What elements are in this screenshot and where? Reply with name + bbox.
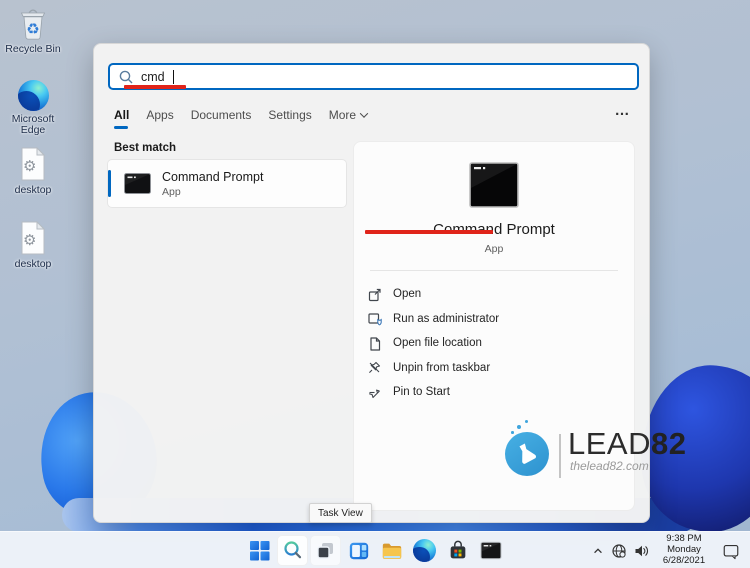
desktop-icon-microsoft-edge[interactable]: Microsoft Edge (2, 75, 64, 136)
brand-website: thelead82.com (570, 459, 649, 473)
tab-documents[interactable]: Documents (191, 108, 252, 122)
desktop-icon-recycle-bin[interactable]: ♻ Recycle Bin (2, 5, 64, 55)
tab-all[interactable]: All (114, 108, 129, 122)
widgets-icon (349, 542, 368, 559)
taskbar-center-icons (244, 535, 506, 566)
desktop-icon-desktop-file-2[interactable]: ⚙ desktop (2, 220, 64, 270)
microsoft-store-icon (450, 540, 465, 558)
watermark-dot (525, 420, 528, 423)
active-tab-indicator (114, 126, 128, 129)
task-view-tooltip: Task View (309, 503, 372, 523)
red-underline-annotation-search (124, 85, 186, 89)
red-underline-annotation-run-as-admin (365, 230, 493, 234)
search-taskbar-button[interactable] (277, 535, 308, 566)
recycle-bin-icon: ♻ (16, 5, 50, 41)
search-icon (119, 70, 133, 83)
chevron-down-icon (359, 109, 369, 118)
microsoft-edge-icon (413, 539, 436, 562)
search-filter-tabs: All Apps Documents Settings More (114, 108, 369, 122)
tray-overflow-button[interactable] (588, 535, 608, 566)
flask-logo-icon (505, 432, 549, 476)
watermark-dot (517, 425, 521, 429)
speaker-icon (635, 545, 648, 556)
command-prompt-large-icon (469, 162, 519, 208)
file-explorer-button[interactable] (376, 535, 407, 566)
svg-text:⚙: ⚙ (23, 232, 36, 249)
desktop-icon-label: Microsoft Edge (11, 113, 55, 136)
config-file-icon: ⚙ (19, 146, 47, 182)
best-match-header: Best match (114, 142, 176, 154)
file-explorer-icon (382, 543, 401, 559)
network-globe-icon (612, 543, 626, 558)
chevron-up-icon (594, 547, 602, 553)
action-run-as-administrator[interactable]: Run as administrator (367, 307, 634, 332)
taskbar: 9:38 PM Monday 6/28/2021 (0, 531, 750, 568)
open-file-location-icon (370, 337, 381, 351)
run-as-administrator-icon (368, 313, 382, 326)
action-pin-to-start[interactable]: Pin to Start (367, 380, 634, 405)
desktop-icon-label: Recycle Bin (5, 43, 61, 55)
start-button[interactable] (244, 535, 275, 566)
divider (370, 270, 618, 271)
system-tray: 9:38 PM Monday 6/28/2021 (588, 532, 746, 568)
svg-text:⚙: ⚙ (23, 158, 36, 175)
microsoft-store-button[interactable] (442, 535, 473, 566)
action-list: Open Run as administrator Open file loca… (367, 282, 634, 405)
widgets-button[interactable] (343, 535, 374, 566)
shortcut-arrow-icon (17, 102, 27, 111)
task-view-icon (317, 543, 333, 559)
svg-text:♻: ♻ (26, 21, 39, 38)
brand-name-thin: LEAD (568, 426, 651, 461)
network-button[interactable] (608, 535, 630, 566)
windows-start-icon (250, 541, 270, 561)
open-icon (368, 288, 381, 301)
config-file-icon: ⚙ (19, 220, 47, 256)
desktop-icon-label: desktop (14, 184, 52, 196)
lead82-watermark: LEAD82 thelead82.com (502, 418, 712, 488)
command-prompt-icon (479, 541, 502, 560)
desktop-icon-label: desktop (14, 258, 52, 270)
microsoft-edge-icon (17, 75, 49, 111)
volume-button[interactable] (630, 535, 652, 566)
task-view-button[interactable] (310, 535, 341, 566)
brand-name-bold: 82 (650, 426, 687, 461)
detail-subtitle: App (484, 243, 504, 255)
action-open[interactable]: Open (367, 282, 634, 307)
notification-icon (723, 544, 739, 559)
unpin-icon (369, 362, 381, 374)
tab-more[interactable]: More (329, 108, 369, 122)
edge-taskbar-button[interactable] (409, 535, 440, 566)
more-options-button[interactable]: … (615, 102, 632, 119)
selection-accent-bar (108, 170, 111, 197)
best-match-result-command-prompt[interactable]: Command Prompt App (108, 160, 346, 207)
action-open-file-location[interactable]: Open file location (367, 331, 634, 356)
watermark-text: LEAD82 thelead82.com (568, 427, 686, 473)
pin-icon (369, 389, 380, 398)
best-match-text: Command Prompt App (162, 170, 263, 198)
search-query-text: cmd (141, 69, 165, 84)
tray-date: 6/28/2021 (662, 554, 706, 566)
result-title: Command Prompt (162, 169, 264, 184)
windows-desktop: ♻ Recycle Bin Microsoft Edge ⚙ desktop ⚙… (0, 0, 750, 568)
notification-center-button[interactable] (716, 535, 746, 566)
command-prompt-taskbar-button[interactable] (475, 535, 506, 566)
tab-apps[interactable]: Apps (146, 108, 173, 122)
clock[interactable]: 9:38 PM Monday 6/28/2021 (655, 533, 713, 566)
result-subtitle: App (162, 185, 181, 198)
search-input[interactable]: cmd (108, 63, 639, 90)
command-prompt-icon (124, 173, 151, 194)
tab-settings[interactable]: Settings (268, 108, 311, 122)
search-icon (284, 541, 302, 559)
action-unpin-from-taskbar[interactable]: Unpin from taskbar (367, 356, 634, 381)
text-caret (172, 69, 174, 84)
watermark-separator (559, 434, 561, 478)
desktop-icon-desktop-file-1[interactable]: ⚙ desktop (2, 146, 64, 196)
watermark-dot (511, 431, 514, 434)
